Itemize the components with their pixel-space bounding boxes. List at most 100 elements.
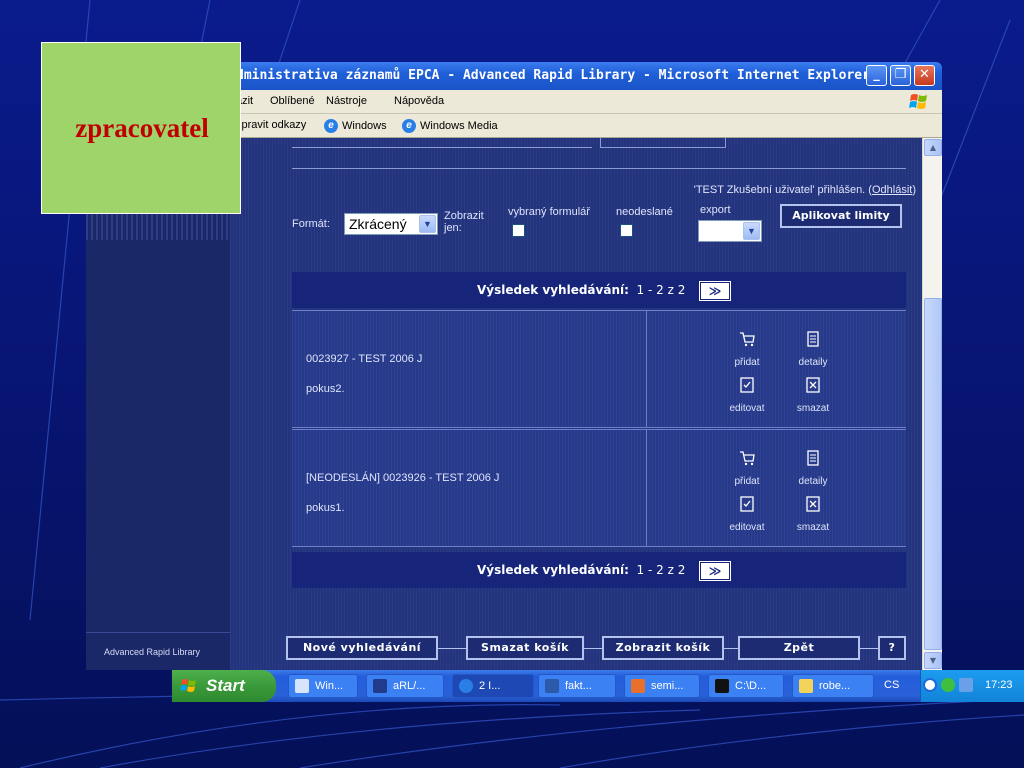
- delete-icon: [806, 496, 820, 512]
- login-status-text: 'TEST Zkušební uživatel' přihlášen. (: [693, 184, 872, 196]
- folder-icon: [799, 679, 813, 693]
- taskbar-item[interactable]: fakt...: [538, 674, 616, 698]
- format-select[interactable]: Zkrácený ▼: [344, 213, 438, 235]
- show-cart-button[interactable]: Zobrazit košík: [602, 636, 724, 660]
- export-select[interactable]: ▼: [698, 220, 762, 242]
- close-button[interactable]: ✕: [914, 65, 935, 86]
- console-icon: [715, 679, 729, 693]
- results-label: Výsledek vyhledávání:: [477, 283, 629, 297]
- format-label: Formát:: [292, 218, 330, 230]
- record-title: [NEODESLÁN] 0023926 - TEST 2006 J: [306, 472, 500, 484]
- link-windows-media-label: Windows Media: [420, 120, 498, 132]
- selected-form-label: vybraný formulář: [508, 206, 590, 218]
- format-select-value: Zkrácený: [349, 216, 407, 232]
- menu-item-tools[interactable]: Nástroje: [326, 95, 367, 107]
- chevron-left-icon[interactable]: [923, 678, 937, 692]
- taskbar-item-label: fakt...: [565, 680, 592, 692]
- results-label: Výsledek vyhledávání:: [477, 563, 629, 577]
- left-footer: Advanced Rapid Library: [86, 632, 230, 670]
- page-viewport: Advanced Rapid Library 'TEST Zkušební už…: [86, 138, 922, 670]
- next-page-button[interactable]: ≫: [699, 281, 731, 301]
- separator-line: [292, 168, 906, 169]
- back-button[interactable]: Zpět: [738, 636, 860, 660]
- results-summary: Výsledek vyhledávání: 1 - 2 z 2: [477, 563, 685, 577]
- details-action[interactable]: detaily: [788, 331, 838, 369]
- link-windows-label: Windows: [342, 120, 387, 132]
- taskbar-item-label: aRL/...: [393, 680, 426, 692]
- chevron-down-icon: ▼: [419, 215, 436, 233]
- edit-label: editovat: [729, 522, 765, 533]
- link-edit-links[interactable]: Jpravit odkazy: [236, 119, 306, 131]
- selected-form-checkbox[interactable]: [512, 224, 525, 237]
- menu-item-favorites[interactable]: Oblíbené: [270, 95, 315, 107]
- next-page-button[interactable]: ≫: [699, 561, 731, 581]
- add-to-cart-action[interactable]: přidat: [722, 450, 772, 488]
- delete-label: smazat: [796, 403, 830, 414]
- ie-icon: e: [324, 119, 338, 133]
- show-only-label: Zobrazit: [444, 210, 484, 222]
- help-button[interactable]: ?: [878, 636, 906, 660]
- clock: 17:23: [985, 679, 1013, 691]
- system-tray: 17:23: [920, 670, 1024, 702]
- maximize-button[interactable]: ❐: [890, 65, 911, 86]
- clear-cart-button[interactable]: Smazat košík: [466, 636, 584, 660]
- export-label: export: [700, 204, 731, 216]
- taskbar-item[interactable]: semi...: [624, 674, 700, 698]
- network-icon[interactable]: [959, 678, 973, 692]
- role-label: zpracovatel: [75, 113, 209, 143]
- edit-action[interactable]: editovat: [722, 377, 772, 415]
- edit-action[interactable]: editovat: [722, 496, 772, 534]
- unsent-checkbox[interactable]: [620, 224, 633, 237]
- start-button[interactable]: Start: [172, 670, 276, 702]
- add-to-cart-action[interactable]: přidat: [722, 331, 772, 369]
- taskbar-item[interactable]: C:\D...: [708, 674, 784, 698]
- add-label: přidat: [734, 357, 760, 368]
- results-summary: Výsledek vyhledávání: 1 - 2 z 2: [477, 283, 685, 297]
- link-windows[interactable]: e Windows: [324, 119, 387, 133]
- results-range: 1 - 2 z 2: [636, 283, 686, 297]
- link-windows-media[interactable]: e Windows Media: [402, 119, 498, 133]
- scroll-up-icon[interactable]: ▲: [924, 139, 942, 156]
- window-title: dministrativa záznamů EPCA - Advanced Ra…: [236, 68, 870, 83]
- language-indicator[interactable]: CS: [884, 679, 899, 691]
- new-search-button[interactable]: Nové vyhledávání: [286, 636, 438, 660]
- arl-icon: [373, 679, 387, 693]
- show-only-label-2: jen:: [444, 222, 462, 234]
- taskbar-item-label: 2 I...: [479, 680, 501, 692]
- delete-action[interactable]: smazat: [788, 377, 838, 415]
- taskbar-item-label: robe...: [819, 680, 851, 692]
- vertical-scrollbar[interactable]: ▲ ▼: [922, 138, 942, 670]
- minimize-button[interactable]: _: [866, 65, 887, 86]
- taskbar-item[interactable]: 2 I...: [452, 674, 534, 698]
- taskbar-item-label: Win...: [315, 680, 344, 692]
- edit-icon: [740, 496, 754, 512]
- apply-limits-button[interactable]: Aplikovat limity: [780, 204, 902, 228]
- taskbar-item[interactable]: Win...: [288, 674, 358, 698]
- ie-icon: e: [402, 119, 416, 133]
- delete-action[interactable]: smazat: [788, 496, 838, 534]
- top-button-remnant: [600, 138, 726, 148]
- document-icon: [807, 450, 819, 466]
- record-divider: [646, 311, 647, 427]
- floppy-icon: [295, 679, 309, 693]
- details-label: detaily: [798, 357, 828, 368]
- taskbar-item[interactable]: aRL/...: [366, 674, 444, 698]
- top-field-remnant: [292, 138, 592, 148]
- taskbar-item-label: semi...: [651, 680, 684, 692]
- word-icon: [545, 679, 559, 693]
- cart-icon: [740, 332, 755, 347]
- role-label-box: zpracovatel: [41, 42, 241, 214]
- details-label: detaily: [798, 476, 828, 487]
- scroll-down-icon[interactable]: ▼: [924, 652, 942, 669]
- delete-icon: [806, 377, 820, 393]
- scroll-thumb[interactable]: [924, 298, 942, 650]
- document-icon: [807, 331, 819, 347]
- details-action[interactable]: detaily: [788, 450, 838, 488]
- taskbar-item[interactable]: robe...: [792, 674, 874, 698]
- logout-link[interactable]: Odhlásit: [872, 184, 912, 196]
- ie-icon: [459, 679, 473, 693]
- antivirus-icon[interactable]: [941, 678, 955, 692]
- left-panel: Advanced Rapid Library: [86, 138, 230, 670]
- menu-item-help[interactable]: Nápověda: [394, 95, 444, 107]
- results-range: 1 - 2 z 2: [636, 563, 686, 577]
